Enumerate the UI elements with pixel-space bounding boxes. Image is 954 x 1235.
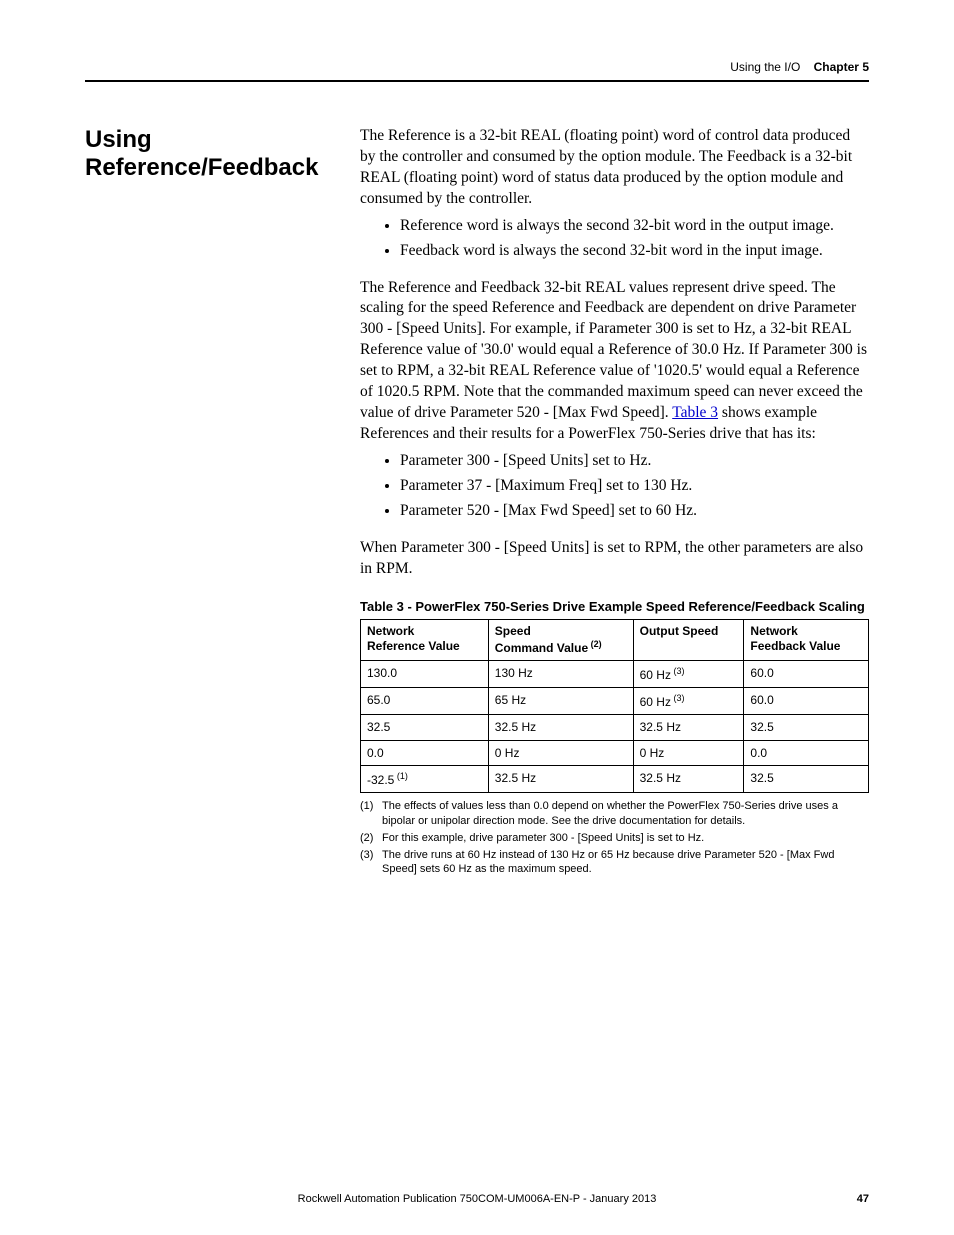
paragraph-intro: The Reference is a 32-bit REAL (floating… <box>360 126 869 210</box>
cell-speed-command: 65 Hz <box>488 688 633 715</box>
table-row: 32.532.5 Hz32.5 Hz32.5 <box>361 715 869 740</box>
list-item: Parameter 37 - [Maximum Freq] set to 130… <box>400 476 869 497</box>
header-text: Speed <box>495 624 531 638</box>
cell-output-speed: 32.5 Hz <box>633 715 744 740</box>
footnote: (3) The drive runs at 60 Hz instead of 1… <box>360 848 869 878</box>
paragraph-rpm-note: When Parameter 300 - [Speed Units] is se… <box>360 538 869 580</box>
cell-network-fb: 32.5 <box>744 715 869 740</box>
header-rule <box>85 80 869 82</box>
list-item: Parameter 300 - [Speed Units] set to Hz. <box>400 451 869 472</box>
header-text: Network <box>750 624 797 638</box>
table-link[interactable]: Table 3 <box>672 404 718 421</box>
footnotes: (1) The effects of values less than 0.0 … <box>360 799 869 877</box>
bullet-list-2: Parameter 300 - [Speed Units] set to Hz.… <box>360 451 869 522</box>
superscript: (1) <box>394 771 408 781</box>
cell-speed-command: 130 Hz <box>488 661 633 688</box>
footnote-text: The drive runs at 60 Hz instead of 130 H… <box>382 848 869 878</box>
header-text: Reference Value <box>367 639 460 653</box>
table-caption: Table 3 - PowerFlex 750-Series Drive Exa… <box>360 598 869 616</box>
reference-feedback-table: Network Reference Value Speed Command Va… <box>360 619 869 793</box>
cell-output-speed: 60 Hz (3) <box>633 661 744 688</box>
cell-network-ref: 130.0 <box>361 661 489 688</box>
list-item: Reference word is always the second 32-b… <box>400 216 869 237</box>
cell-network-fb: 60.0 <box>744 688 869 715</box>
superscript: (3) <box>671 693 685 703</box>
col-header-network-fb: Network Feedback Value <box>744 620 869 661</box>
superscript: (3) <box>671 666 685 676</box>
footnote-num: (2) <box>360 831 382 846</box>
header-text: Network <box>367 624 414 638</box>
col-header-speed-command: Speed Command Value (2) <box>488 620 633 661</box>
footnote: (1) The effects of values less than 0.0 … <box>360 799 869 829</box>
cell-network-fb: 32.5 <box>744 765 869 792</box>
cell-speed-command: 32.5 Hz <box>488 715 633 740</box>
page-footer: Rockwell Automation Publication 750COM-U… <box>85 1193 869 1205</box>
list-item: Parameter 520 - [Max Fwd Speed] set to 6… <box>400 501 869 522</box>
footnote-text: For this example, drive parameter 300 - … <box>382 831 704 846</box>
cell-speed-command: 0 Hz <box>488 740 633 765</box>
list-item: Feedback word is always the second 32-bi… <box>400 241 869 262</box>
cell-network-fb: 0.0 <box>744 740 869 765</box>
table-row: 0.00 Hz0 Hz0.0 <box>361 740 869 765</box>
cell-speed-command: 32.5 Hz <box>488 765 633 792</box>
section-heading: Using Reference/Feedback <box>85 126 340 182</box>
superscript: (2) <box>588 639 602 649</box>
cell-output-speed: 0 Hz <box>633 740 744 765</box>
footnote-num: (1) <box>360 799 382 829</box>
header-text: Feedback Value <box>750 639 840 653</box>
table-row: 65.065 Hz60 Hz (3)60.0 <box>361 688 869 715</box>
cell-output-speed: 32.5 Hz <box>633 765 744 792</box>
page-number: 47 <box>839 1193 869 1205</box>
footnote-num: (3) <box>360 848 382 878</box>
bullet-list-1: Reference word is always the second 32-b… <box>360 216 869 262</box>
table-row: -32.5 (1)32.5 Hz32.5 Hz32.5 <box>361 765 869 792</box>
col-header-network-ref: Network Reference Value <box>361 620 489 661</box>
chapter-label: Chapter 5 <box>814 60 869 74</box>
table-row: 130.0130 Hz60 Hz (3)60.0 <box>361 661 869 688</box>
cell-network-ref: -32.5 (1) <box>361 765 489 792</box>
cell-output-speed: 60 Hz (3) <box>633 688 744 715</box>
header-text: Command Value <box>495 641 588 655</box>
paragraph-detail: The Reference and Feedback 32-bit REAL v… <box>360 278 869 445</box>
paragraph-text: The Reference and Feedback 32-bit REAL v… <box>360 279 867 422</box>
cell-network-fb: 60.0 <box>744 661 869 688</box>
page-header: Using the I/O Chapter 5 <box>85 60 869 74</box>
footnote: (2) For this example, drive parameter 30… <box>360 831 869 846</box>
breadcrumb: Using the I/O <box>730 60 800 74</box>
publication-text: Rockwell Automation Publication 750COM-U… <box>115 1193 839 1205</box>
footnote-text: The effects of values less than 0.0 depe… <box>382 799 869 829</box>
cell-network-ref: 32.5 <box>361 715 489 740</box>
cell-network-ref: 0.0 <box>361 740 489 765</box>
col-header-output-speed: Output Speed <box>633 620 744 661</box>
header-text: Output Speed <box>640 624 719 638</box>
cell-network-ref: 65.0 <box>361 688 489 715</box>
